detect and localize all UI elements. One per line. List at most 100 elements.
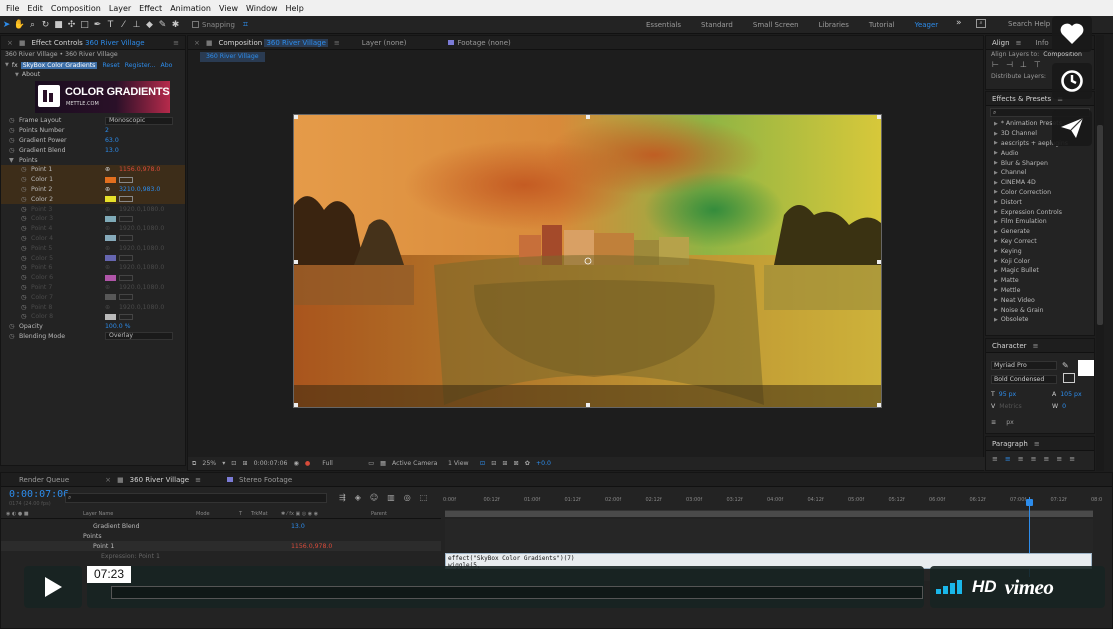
brush-tool-icon[interactable]: ⁄ (117, 18, 130, 31)
effect-property-row[interactable]: ◷ Point 3 ⊕ 1920.0,1080.0 (1, 204, 185, 214)
transparency-grid-icon[interactable]: ▦ (380, 460, 386, 467)
transform-handle[interactable] (294, 115, 298, 119)
category-expand-icon[interactable]: ▶ (994, 140, 998, 146)
transform-handle[interactable] (877, 115, 881, 119)
effect-property-row[interactable]: ◷ Point 6 ⊕ 1920.0,1080.0 (1, 263, 185, 273)
stopwatch-icon[interactable]: ◷ (9, 333, 14, 340)
col-t[interactable]: T (239, 511, 242, 517)
shy-layers-icon[interactable]: ☺ (370, 493, 378, 502)
effects-category[interactable]: ▶ Color Correction (986, 188, 1094, 198)
effects-category[interactable]: ▶ Key Correct (986, 237, 1094, 247)
eyedropper-icon[interactable] (119, 274, 133, 281)
point-crosshair-icon[interactable]: ⊕ (105, 264, 110, 271)
workspace-standard[interactable]: Standard (701, 21, 733, 29)
footage-tab[interactable]: Footage (none) (448, 39, 511, 47)
watch-later-button[interactable] (1052, 63, 1092, 99)
eyedropper-icon[interactable] (119, 215, 133, 222)
effect-property-row[interactable]: ◷ Gradient Blend 13.0 (1, 145, 185, 155)
fit-icon[interactable]: ▾ (222, 460, 225, 467)
transform-handle[interactable] (877, 403, 881, 407)
stopwatch-icon[interactable]: ◷ (21, 186, 26, 193)
reset-exposure-icon[interactable]: ✿ (525, 460, 530, 467)
color-swatch[interactable] (105, 215, 116, 222)
stopwatch-icon[interactable]: ◷ (9, 147, 14, 154)
point-crosshair-icon[interactable]: ⊕ (105, 186, 110, 193)
stroke-unit-value[interactable]: px (1006, 419, 1014, 426)
category-expand-icon[interactable]: ▶ (994, 229, 998, 235)
fast-previews-icon[interactable]: ⊟ (491, 460, 496, 467)
workspace-essentials[interactable]: Essentials (646, 21, 681, 29)
category-expand-icon[interactable]: ▶ (994, 131, 998, 137)
hd-toggle[interactable]: HD (972, 577, 997, 597)
timeline-close-icon[interactable]: × (105, 476, 111, 484)
align-right-text-icon[interactable]: ≡ (1018, 455, 1024, 463)
eyedropper-icon[interactable] (119, 255, 133, 262)
effect-name[interactable]: SkyBox Color Gradients (20, 61, 98, 69)
fill-color-swatch[interactable] (1078, 360, 1094, 376)
col-trkmat[interactable]: TrkMat (251, 511, 268, 517)
menu-layer[interactable]: Layer (109, 4, 131, 13)
effect-property-row[interactable]: ◷ Point 5 ⊕ 1920.0,1080.0 (1, 243, 185, 253)
transform-handle[interactable] (877, 260, 881, 264)
transform-handle[interactable] (586, 115, 590, 119)
stopwatch-icon[interactable]: ◷ (21, 206, 26, 213)
effects-category[interactable]: ▶ Expression Controls (986, 207, 1094, 217)
effect-about-link[interactable]: Abo (161, 62, 173, 69)
panel-menu-icon[interactable]: × (7, 39, 13, 47)
stopwatch-icon[interactable]: ◷ (21, 264, 26, 271)
menu-help[interactable]: Help (286, 4, 304, 13)
effect-property-dropdown[interactable]: Overlay (105, 332, 173, 341)
fx-toggle-icon[interactable]: fx (12, 62, 18, 69)
effects-category[interactable]: ▶ Channel (986, 168, 1094, 178)
lock-icon[interactable]: ■ (19, 39, 26, 47)
stopwatch-icon[interactable]: ◷ (21, 284, 26, 291)
stopwatch-icon[interactable]: ◷ (21, 215, 26, 222)
transform-handle[interactable] (586, 403, 590, 407)
effects-category[interactable]: ▶ Keying (986, 246, 1094, 256)
col-mode[interactable]: Mode (196, 511, 210, 517)
point-crosshair-icon[interactable]: ⊕ (105, 284, 110, 291)
category-expand-icon[interactable]: ▶ (994, 189, 998, 195)
menu-view[interactable]: View (219, 4, 238, 13)
point-crosshair-icon[interactable]: ⊕ (105, 206, 110, 213)
timeline-property-value[interactable]: 13.0 (291, 523, 305, 530)
align-hcenter-icon[interactable]: ⊣ (1006, 60, 1013, 72)
justify-right-icon[interactable]: ≡ (1056, 455, 1062, 463)
effect-property-value[interactable]: 63.0 (105, 137, 119, 144)
selection-tool-icon[interactable]: ➤ (0, 18, 13, 31)
category-expand-icon[interactable]: ▶ (994, 121, 998, 127)
category-expand-icon[interactable]: ▶ (994, 150, 998, 156)
effect-property-row[interactable]: ◷ Color 6 (1, 273, 185, 283)
panel-options-icon[interactable]: ≡ (173, 39, 179, 47)
tracking-value[interactable]: Metrics (999, 403, 1021, 410)
effect-property-value[interactable]: 1920.0,1080.0 (119, 304, 164, 311)
hand-tool-icon[interactable]: ✋ (13, 18, 26, 31)
stopwatch-icon[interactable]: ◷ (21, 274, 26, 281)
effect-register-button[interactable]: Register... (125, 62, 156, 69)
stopwatch-icon[interactable]: ◷ (21, 166, 26, 173)
category-expand-icon[interactable]: ▶ (994, 317, 998, 323)
rectangle-tool-icon[interactable]: □ (78, 18, 91, 31)
color-swatch[interactable] (105, 294, 116, 301)
snap-options-icon[interactable]: ⌗ (239, 18, 252, 31)
eyedropper-icon[interactable] (119, 235, 133, 242)
menu-edit[interactable]: Edit (27, 4, 43, 13)
eraser-tool-icon[interactable]: ◆ (143, 18, 156, 31)
workspace-tutorial[interactable]: Tutorial (869, 21, 895, 29)
workspace-small-screen[interactable]: Small Screen (753, 21, 799, 29)
category-expand-icon[interactable]: ▶ (994, 287, 998, 293)
motion-blur-icon[interactable]: ◎ (404, 493, 411, 502)
timeline-layer-row[interactable]: Points (1, 531, 441, 541)
effects-category[interactable]: ▶ Matte (986, 276, 1094, 286)
category-expand-icon[interactable]: ▶ (994, 209, 998, 215)
stopwatch-icon[interactable]: ◷ (21, 245, 26, 252)
transform-handle[interactable] (294, 403, 298, 407)
timeline-search-field[interactable]: ⌕ (65, 493, 327, 503)
effect-property-row[interactable]: ◷ Point 1 ⊕ 1156.0,978.0 (1, 164, 185, 175)
align-center-text-icon[interactable]: ≡ (1005, 455, 1011, 463)
effects-category[interactable]: ▶ CINEMA 4D (986, 178, 1094, 188)
eyedropper-icon[interactable] (119, 176, 133, 183)
effect-property-row[interactable]: ◷ Points Number 2 (1, 126, 185, 136)
share-button[interactable] (1052, 110, 1092, 146)
eyedropper-icon[interactable] (119, 294, 133, 301)
